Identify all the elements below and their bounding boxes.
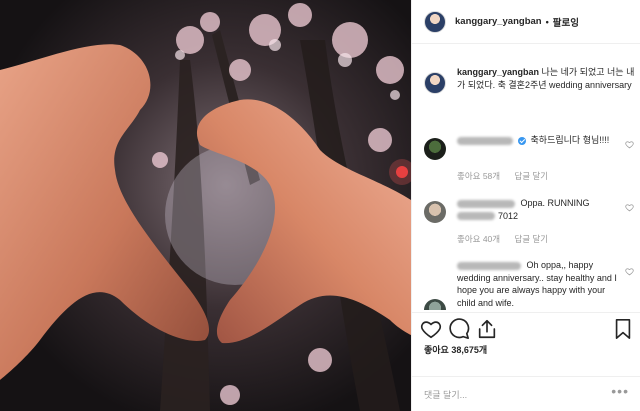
more-options-icon[interactable]: ••• [611, 383, 629, 399]
comment-meta: 좋아요 58개 답글 달기 [457, 170, 560, 182]
share-icon[interactable] [476, 318, 498, 340]
comment-likes[interactable]: 좋아요 58개 [457, 171, 500, 181]
comment-icon[interactable] [448, 318, 470, 340]
blurred-username[interactable] [457, 261, 521, 270]
comment-text-block: 축하드립니다 형님!!!! [457, 134, 617, 147]
caption-username[interactable]: kanggary_yangban [457, 67, 539, 77]
comment-item: 축하드립니다 형님!!!! 좋아요 58개 답글 달기 [424, 134, 636, 184]
comment-item: Oh oppa,, happy wedding anniversary.. st… [424, 259, 636, 310]
caption-text-block: kanggary_yangban 나는 네가 되었고 너는 내가 되었다. 축 … [457, 66, 635, 92]
blurred-text [457, 212, 495, 221]
reply-button[interactable]: 답글 달기 [514, 171, 548, 181]
blurred-username[interactable] [457, 136, 513, 145]
blurred-username[interactable] [457, 199, 515, 208]
comment-text: 축하드립니다 형님!!!! [530, 135, 610, 145]
instagram-post: kanggary_yangban • 팔로잉 kanggary_yangban … [0, 0, 640, 411]
post-photo[interactable] [0, 0, 411, 411]
heart-hands-photo [0, 0, 411, 411]
bookmark-icon[interactable] [612, 318, 634, 340]
reply-button[interactable]: 답글 달기 [514, 234, 548, 244]
add-comment-bar: 댓글 달기... ••• [412, 376, 640, 411]
likes-count[interactable]: 좋아요 38,675개 [424, 343, 487, 356]
post-actions [412, 312, 640, 346]
comment-text-block: Oh oppa,, happy wedding anniversary.. st… [457, 259, 617, 309]
comment-like-icon[interactable] [625, 203, 634, 212]
comment-text-2: 7012 [498, 210, 519, 221]
comment-text-block: Oppa. RUNNING 7012 [457, 197, 617, 222]
author-username[interactable]: kanggary_yangban [455, 16, 542, 27]
verified-badge-icon [518, 136, 526, 145]
commenter-avatar[interactable] [424, 201, 446, 223]
header-separator: • [545, 16, 549, 27]
comment-like-icon[interactable] [625, 267, 634, 276]
following-button[interactable]: 팔로잉 [553, 15, 579, 29]
comment-likes[interactable]: 좋아요 40개 [457, 234, 500, 244]
comment-like-icon[interactable] [625, 140, 634, 149]
author-avatar[interactable] [424, 10, 446, 33]
comments-section[interactable]: kanggary_yangban 나는 네가 되었고 너는 내가 되었다. 축 … [412, 52, 640, 310]
comment-meta: 좋아요 40개 답글 달기 [457, 233, 560, 245]
comment-text: Oppa. RUNNING [520, 198, 590, 208]
post-side-panel: kanggary_yangban • 팔로잉 kanggary_yangban … [411, 0, 640, 411]
post-header: kanggary_yangban • 팔로잉 [412, 0, 640, 44]
add-comment-input[interactable]: 댓글 달기... [424, 388, 467, 401]
like-heart-icon[interactable] [420, 318, 442, 340]
caption-avatar[interactable] [424, 72, 446, 94]
comment-item: Oppa. RUNNING 7012 좋아요 40개 답글 달기 [424, 197, 636, 247]
commenter-avatar[interactable] [424, 138, 446, 160]
commenter-avatar[interactable] [424, 299, 446, 310]
